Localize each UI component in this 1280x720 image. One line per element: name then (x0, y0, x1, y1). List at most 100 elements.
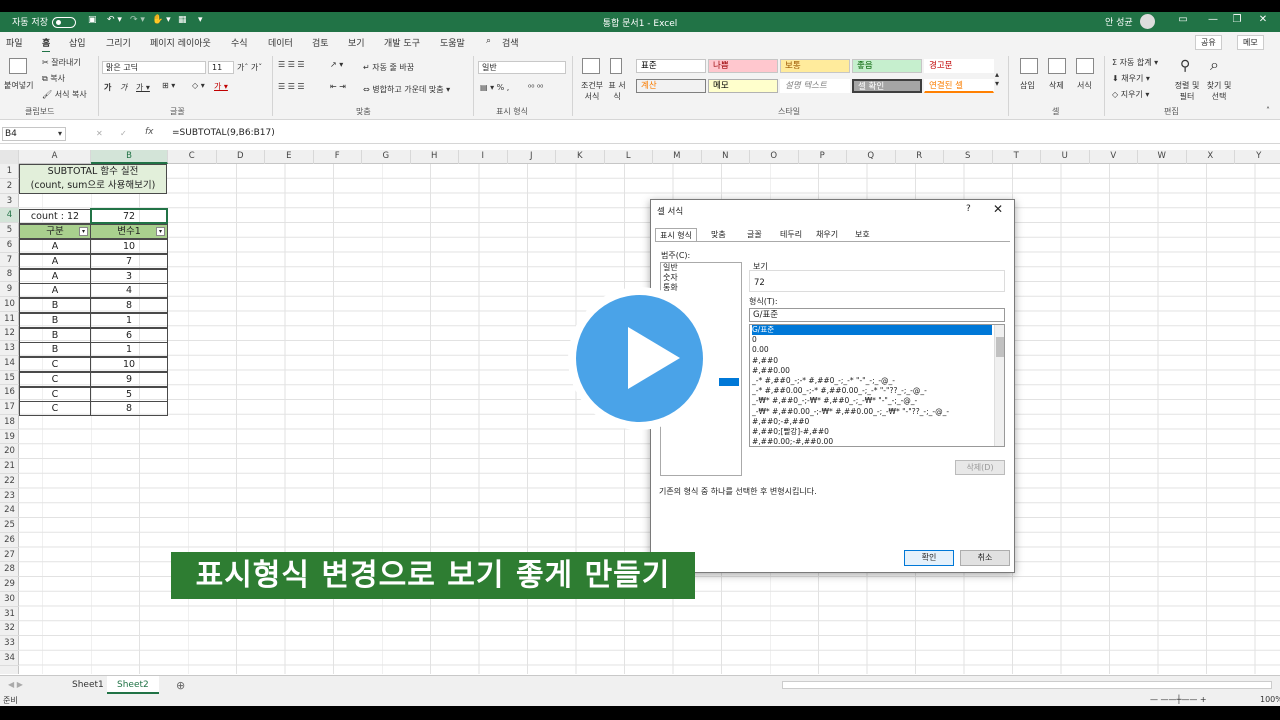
conditional-format-icon[interactable] (582, 58, 600, 74)
data-cell-value[interactable]: 7 (90, 253, 168, 269)
filter-dropdown-icon[interactable]: ▾ (156, 227, 165, 236)
dialog-close-button[interactable]: ✕ (993, 202, 1003, 216)
conditional-format-button[interactable]: 조건부 서식 (578, 80, 606, 102)
style-neutral[interactable]: 보통 (780, 59, 850, 73)
fill-color-icon[interactable]: ◇ ▾ (192, 81, 205, 90)
tab-data[interactable]: 데이터 (268, 36, 293, 49)
paste-icon[interactable] (9, 58, 27, 74)
accounting-format-icon[interactable]: ▤ ▾ % , (480, 83, 509, 92)
count-label-cell[interactable]: count : 12 (19, 209, 91, 224)
data-cell-category[interactable]: A (19, 283, 91, 299)
namebox-dropdown-icon[interactable]: ▾ (58, 129, 62, 138)
delete-cells-icon[interactable] (1048, 58, 1066, 74)
sort-filter-button[interactable]: 정렬 및 필터 (1172, 80, 1202, 102)
data-cell-value[interactable]: 3 (90, 268, 168, 284)
type-list-item[interactable]: 0.00 (752, 345, 992, 355)
data-cell-category[interactable]: C (19, 357, 91, 372)
data-cell-value[interactable]: 8 (90, 298, 168, 313)
find-select-icon[interactable]: ⌕ (1210, 55, 1219, 75)
align-left-icon[interactable]: ☰ ☰ ☰ (278, 82, 305, 91)
type-list-item[interactable]: #,##0 (752, 356, 992, 366)
style-bad[interactable]: 나쁨 (708, 59, 778, 73)
header-cell-variable[interactable]: 변수1 ▾ (90, 224, 168, 239)
tab-developer[interactable]: 개발 도구 (384, 36, 420, 49)
form-icon[interactable]: ▦ (178, 15, 187, 25)
dialog-tab-fill[interactable]: 채우기 (812, 228, 842, 242)
row-header[interactable]: 9 (0, 282, 19, 297)
style-check-cell[interactable]: 셀 확인 (852, 79, 922, 93)
column-header[interactable]: G (362, 150, 411, 164)
number-format-select[interactable]: 일반 (478, 61, 566, 74)
row-header[interactable]: 26 (0, 533, 19, 548)
tab-formulas[interactable]: 수식 (231, 36, 248, 49)
scrollbar-thumb[interactable] (996, 337, 1004, 357)
column-header[interactable]: L (605, 150, 653, 164)
data-cell-category[interactable]: C (19, 371, 91, 387)
indent-icon[interactable]: ⇤ ⇥ (330, 82, 346, 91)
play-button[interactable] (568, 287, 711, 430)
row-header[interactable]: 16 (0, 385, 19, 400)
cut-button[interactable]: ✂ 잘라내기 (42, 57, 81, 68)
sheet-scroll-icon[interactable]: ◀ ▶ (8, 680, 23, 689)
font-size-select[interactable]: 11 (208, 61, 234, 74)
ribbon-display-icon[interactable]: ▭ (1168, 14, 1198, 25)
tab-review[interactable]: 검토 (312, 36, 329, 49)
data-cell-value[interactable]: 1 (90, 312, 168, 328)
column-header[interactable]: X (1187, 150, 1235, 164)
dialog-tab-protection[interactable]: 보호 (851, 228, 874, 242)
data-cell-value[interactable]: 6 (90, 327, 168, 343)
row-header[interactable]: 12 (0, 326, 19, 341)
enter-icon[interactable]: ✓ (120, 129, 127, 138)
row-header[interactable]: 33 (0, 636, 19, 651)
row-header[interactable]: 13 (0, 341, 19, 356)
row-header[interactable]: 17 (0, 400, 19, 415)
row-header[interactable]: 20 (0, 444, 19, 459)
row-header[interactable]: 1 (0, 164, 19, 179)
row-header[interactable]: 14 (0, 356, 19, 371)
data-cell-category[interactable]: B (19, 327, 91, 343)
style-note[interactable]: 메모 (708, 79, 778, 93)
type-list-item[interactable]: _-₩* #,##0_-;-₩* #,##0_-;_-₩* "-"_-;_-@_… (752, 396, 992, 406)
sheet-tab-sheet2[interactable]: Sheet2 (107, 676, 159, 694)
header-cell-category[interactable]: 구분 ▾ (19, 224, 91, 239)
zoom-level[interactable]: 100% (1260, 695, 1280, 704)
count-value-cell[interactable]: 72 (90, 208, 168, 224)
user-name[interactable]: 안 성균 (1105, 15, 1133, 28)
category-item[interactable]: 일반 (663, 263, 678, 273)
category-item[interactable]: 숫자 (663, 273, 678, 283)
row-header[interactable]: 8 (0, 267, 19, 282)
type-list-item[interactable]: _-* #,##0_-;-* #,##0_-;_-* "-"_-;_-@_- (752, 376, 992, 386)
column-header[interactable]: M (653, 150, 702, 164)
horizontal-scrollbar[interactable] (782, 681, 1272, 689)
type-list-item[interactable]: 0 (752, 335, 992, 345)
sheet-tab-sheet1[interactable]: Sheet1 (62, 676, 114, 694)
column-header[interactable]: P (799, 150, 847, 164)
type-list-item[interactable]: #,##0;[빨강]-#,##0 (752, 427, 992, 437)
copy-button[interactable]: ⧉ 복사 (42, 73, 65, 84)
type-list-item[interactable]: #,##0;-#,##0 (752, 417, 992, 427)
row-header[interactable]: 4 (0, 208, 19, 223)
row-header[interactable]: 32 (0, 621, 19, 636)
column-header[interactable]: A (19, 150, 91, 164)
select-all-corner[interactable] (0, 150, 19, 164)
cancel-icon[interactable]: ✕ (96, 129, 103, 138)
row-header[interactable]: 27 (0, 548, 19, 563)
search-icon[interactable]: ⌕ (486, 36, 491, 46)
autosum-button[interactable]: Σ 자동 합계 ▾ (1112, 57, 1158, 68)
customize-qat-icon[interactable]: ▾ (198, 15, 203, 25)
tab-home[interactable]: 홈 (42, 36, 51, 53)
add-sheet-icon[interactable]: ⊕ (176, 679, 185, 692)
font-color-icon[interactable]: 가 ▾ (214, 81, 228, 92)
merge-center-button[interactable]: ⇔ 병합하고 가운데 맞춤 ▾ (363, 84, 450, 95)
column-header[interactable]: S (944, 150, 993, 164)
data-cell-value[interactable]: 10 (90, 357, 168, 372)
data-cell-category[interactable]: A (19, 239, 91, 254)
row-header[interactable]: 30 (0, 592, 19, 607)
column-header[interactable]: K (556, 150, 605, 164)
delete-format-button[interactable]: 삭제(D) (955, 460, 1005, 475)
format-cells-icon[interactable] (1076, 58, 1094, 74)
underline-icon[interactable]: 가 ▾ (136, 82, 150, 93)
font-grow-icon[interactable]: 가ˆ 가ˇ (237, 62, 262, 73)
row-header[interactable]: 22 (0, 474, 19, 489)
data-cell-value[interactable]: 8 (90, 401, 168, 417)
